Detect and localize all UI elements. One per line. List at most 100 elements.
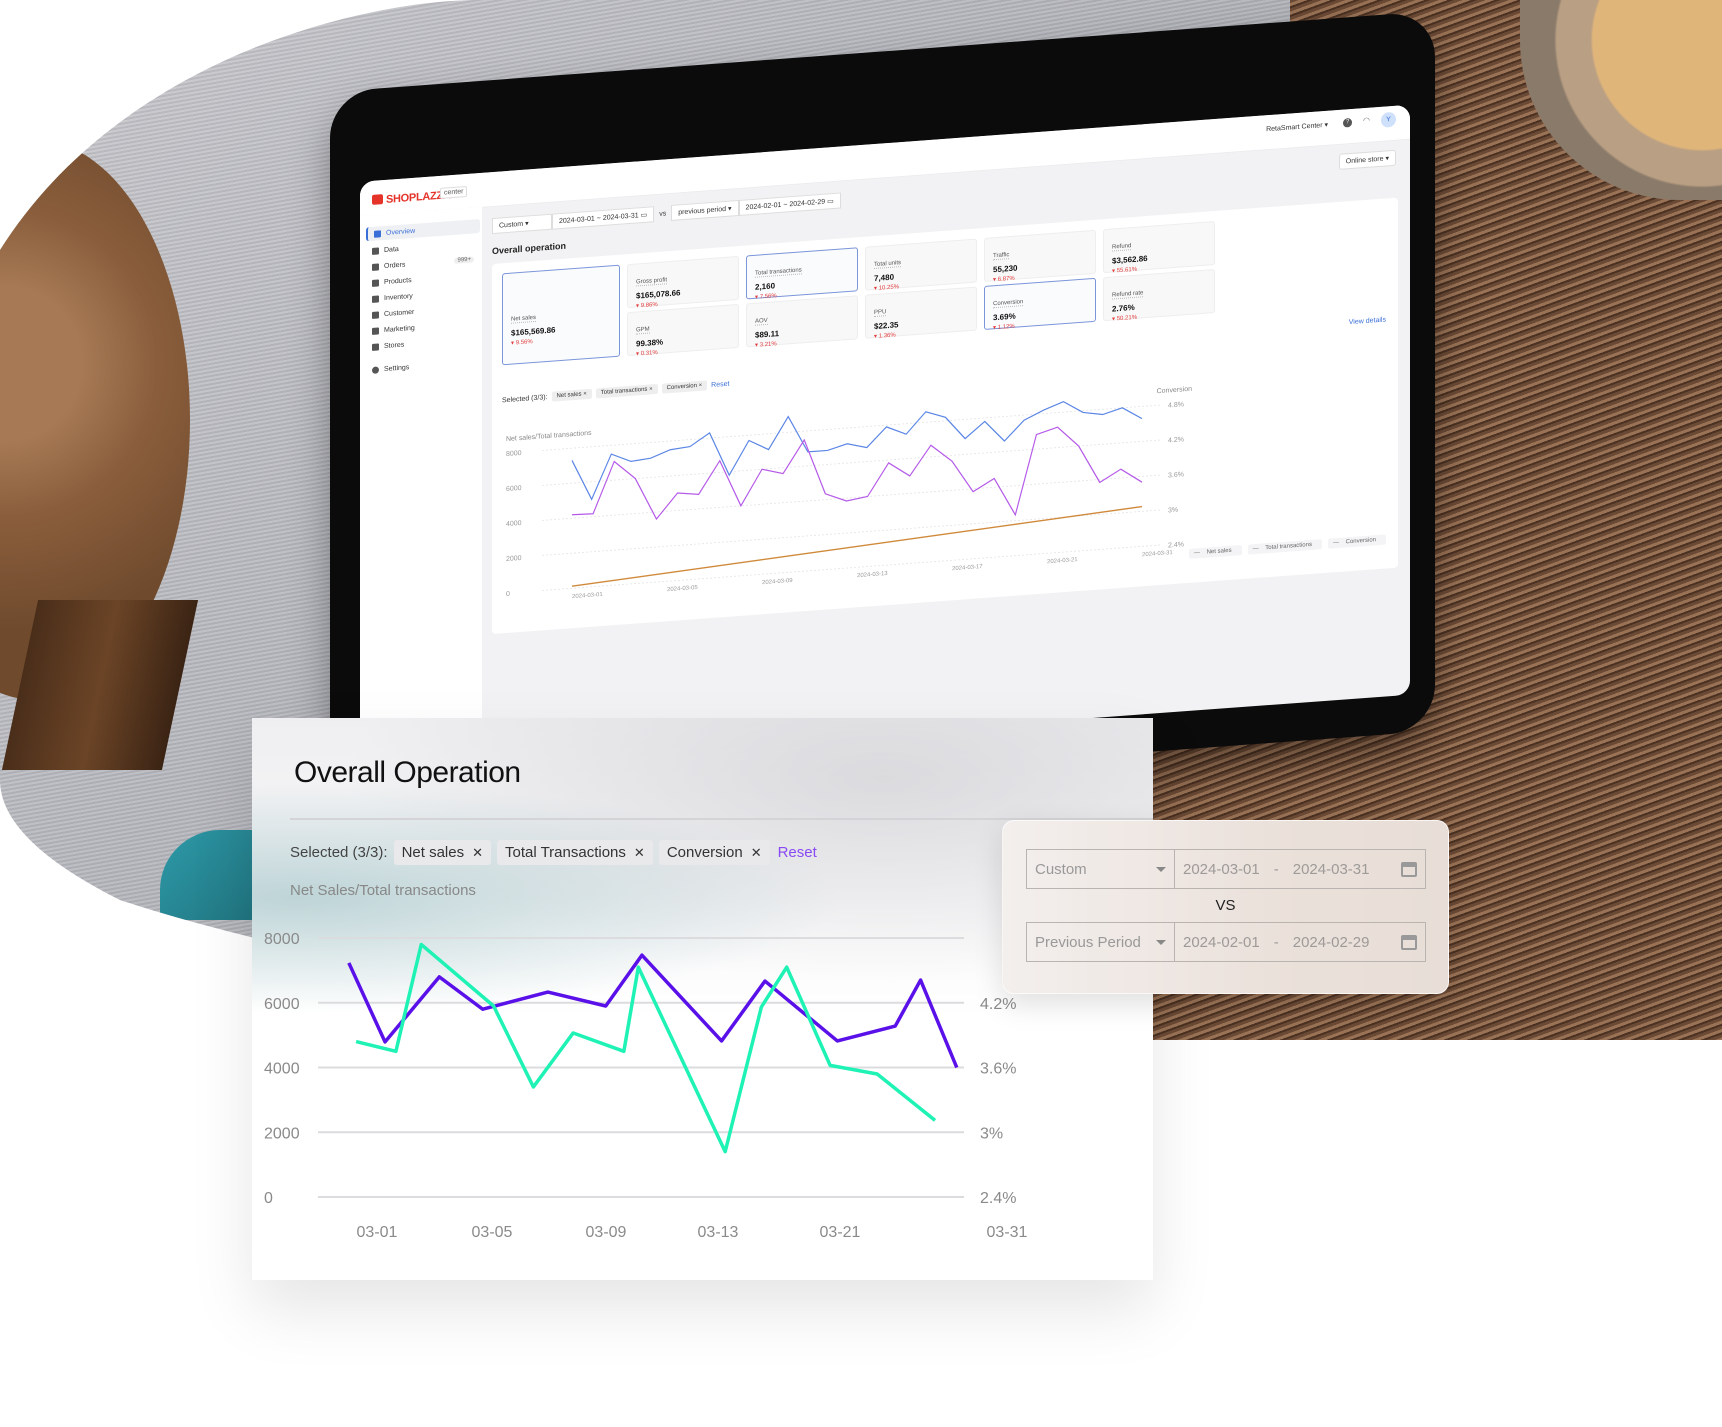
help-icon[interactable]: ? [1343, 118, 1352, 128]
close-icon[interactable]: × [583, 391, 587, 397]
primary-date-row: Custom 2024-03-01-2024-03-31 [1026, 849, 1426, 889]
metric-change-value: 7.56% [759, 293, 777, 301]
metric-card-net-sales[interactable]: Net sales $165,569.86 ▾ 9.56% [502, 265, 620, 366]
brand-logo[interactable]: SHOPLAZZA [372, 189, 451, 207]
series-line-net-sales [347, 953, 959, 1069]
metric-label: Refund rate [1112, 290, 1144, 299]
chip-label: Total transactions [600, 386, 648, 397]
metric-label: Traffic [993, 252, 1010, 260]
metric-card-aov[interactable]: AOV $89.11 ▾ 3.21% [746, 295, 858, 347]
start-date: 2024-03-01 [1183, 860, 1260, 878]
y-left-tick-label: 4000 [506, 520, 522, 528]
gridline [542, 405, 1162, 451]
chip-conversion[interactable]: Conversion × [662, 380, 708, 393]
compare-type-select[interactable]: previous period ▾ [671, 200, 738, 221]
x-tick-label: 03-05 [472, 1224, 513, 1241]
sidebar-item-settings[interactable]: Settings [366, 355, 478, 377]
avatar[interactable]: Y [1381, 112, 1396, 128]
metric-label: Total units [874, 260, 902, 269]
vs-label: vs [659, 209, 667, 218]
sidebar-item-label: Settings [384, 363, 410, 373]
calendar-icon[interactable] [1401, 934, 1417, 950]
x-tick-label: 03-13 [698, 1224, 739, 1241]
y-right-tick-label: 4.2% [980, 996, 1016, 1013]
compare-date-range-input[interactable]: 2024-02-01-2024-02-29 [1175, 923, 1425, 961]
end-date: 2024-03-31 [602, 212, 639, 222]
metric-card-gpm[interactable]: GPM 99.38% ▾ 0.31% [627, 304, 739, 356]
metric-change-value: 9.86% [640, 301, 658, 310]
metric-label: Refund [1112, 243, 1132, 251]
calendar-icon: ▭ [640, 211, 648, 220]
sidebar-item-label: Marketing [384, 324, 415, 334]
metric-card-refund[interactable]: Refund $3,562.86 ▾ 55.61% [1103, 221, 1215, 273]
chevron-down-icon: ▾ [1324, 121, 1328, 129]
metric-card-conversion[interactable]: Conversion 3.69% ▾ 1.12% [984, 278, 1096, 330]
y-left-tick-label: 4000 [264, 1061, 300, 1078]
range-type-select[interactable]: Custom ▾ [492, 214, 552, 234]
legend-conversion[interactable]: — Conversion [1328, 534, 1386, 548]
marketing-icon [372, 327, 379, 335]
y-left-tick-label: 6000 [264, 996, 300, 1013]
tag-icon [372, 279, 379, 287]
tablet-series-conversion [572, 415, 1142, 547]
x-tick-label: 2024-03-31 [1142, 550, 1173, 558]
y-right-tick-label: 3.6% [980, 1061, 1016, 1078]
close-icon[interactable]: × [649, 386, 653, 392]
caret-down-icon [1156, 866, 1166, 872]
date-sep: ~ [596, 215, 601, 223]
y-right-axis-title: Conversion [1157, 386, 1192, 396]
chip-net-sales[interactable]: Net sales × [552, 389, 592, 402]
x-tick-label: 2024-03-01 [572, 592, 603, 600]
y-left-tick-label: 8000 [506, 450, 522, 458]
primary-range-type-select[interactable]: Custom [1027, 850, 1175, 888]
compare-range-input[interactable]: 2024-02-01 ~ 2024-02-29 ▭ [739, 192, 841, 216]
compare-range-type-select[interactable]: Previous Period [1027, 923, 1175, 961]
y-right-tick-label: 4.2% [1168, 436, 1184, 444]
store-name: RetaSmart Center [1266, 122, 1323, 134]
shoplazza-logo-icon [372, 194, 383, 205]
chip-total-transactions[interactable]: Total transactions × [596, 384, 658, 399]
tablet-legend: — Net sales — Total transactions — Conve… [1189, 534, 1386, 558]
metric-card-ppu[interactable]: PPU $22.35 ▾ 1.36% [865, 286, 977, 338]
metric-change-value: 9.56% [515, 339, 533, 347]
x-tick-label: 03-09 [586, 1224, 627, 1241]
view-details-link[interactable]: View details [1349, 316, 1386, 326]
tablet-screen: SHOPLAZZA center RetaSmart Center ▾ ? ◠ … [360, 105, 1410, 772]
calendar-icon: ▭ [827, 198, 834, 206]
metric-change-value: 10.25% [878, 284, 900, 292]
primary-date-range-input[interactable]: 2024-03-01-2024-03-31 [1175, 850, 1425, 888]
compare-type-label: previous period [678, 205, 727, 217]
metric-card-traffic[interactable]: Traffic 55,230 ▾ 6.87% [984, 230, 1096, 282]
tablet-device: SHOPLAZZA center RetaSmart Center ▾ ? ◠ … [330, 11, 1435, 812]
compare-start-date: 2024-02-01 [1183, 933, 1260, 951]
reset-link[interactable]: Reset [711, 380, 729, 388]
x-tick-label: 03-31 [987, 1224, 1028, 1241]
metric-card-total-transactions[interactable]: Total transactions 2,160 ▾ 7.56% [746, 247, 858, 299]
range-type-label: Custom [1035, 860, 1087, 878]
y-left-tick-label: 6000 [506, 485, 522, 493]
metric-card-refund-rate[interactable]: Refund rate 2.76% ▾ 50.21% [1103, 269, 1215, 321]
wifi-icon[interactable]: ◠ [1363, 116, 1370, 126]
close-icon[interactable]: × [699, 383, 703, 389]
metric-change-value: 1.36% [878, 332, 896, 340]
calendar-icon[interactable] [1401, 861, 1417, 877]
sidebar-item-label: Customer [384, 308, 415, 318]
store-switcher[interactable]: RetaSmart Center ▾ [1266, 121, 1328, 134]
legend-total-transactions[interactable]: — Total transactions [1248, 539, 1322, 554]
metric-card-total-units[interactable]: Total units 7,480 ▾ 10.25% [865, 238, 977, 290]
x-tick-label: 03-21 [820, 1224, 861, 1241]
legend-label: Total transactions [1260, 540, 1317, 554]
gear-icon [372, 366, 379, 374]
sidebar-item-label: Stores [384, 341, 405, 350]
x-tick-label: 2024-03-05 [667, 585, 698, 593]
legend-label: Conversion [1341, 535, 1381, 548]
y-right-tick-label: 2.4% [1168, 541, 1184, 549]
date-compare-panel: Custom 2024-03-01-2024-03-31 VS Previous… [1002, 820, 1449, 994]
chip-label: Conversion [666, 383, 697, 392]
y-right-tick-label: 3% [980, 1125, 1003, 1142]
orders-badge: 999+ [454, 256, 474, 263]
metric-card-gross-profit[interactable]: Gross profit $165,078.66 ▾ 9.86% [627, 256, 739, 308]
selected-label: Selected (3/3): [502, 393, 548, 404]
date-range-input[interactable]: 2024-03-01 ~ 2024-03-31 ▭ [552, 206, 654, 230]
sidebar-item-label: Data [384, 245, 399, 254]
